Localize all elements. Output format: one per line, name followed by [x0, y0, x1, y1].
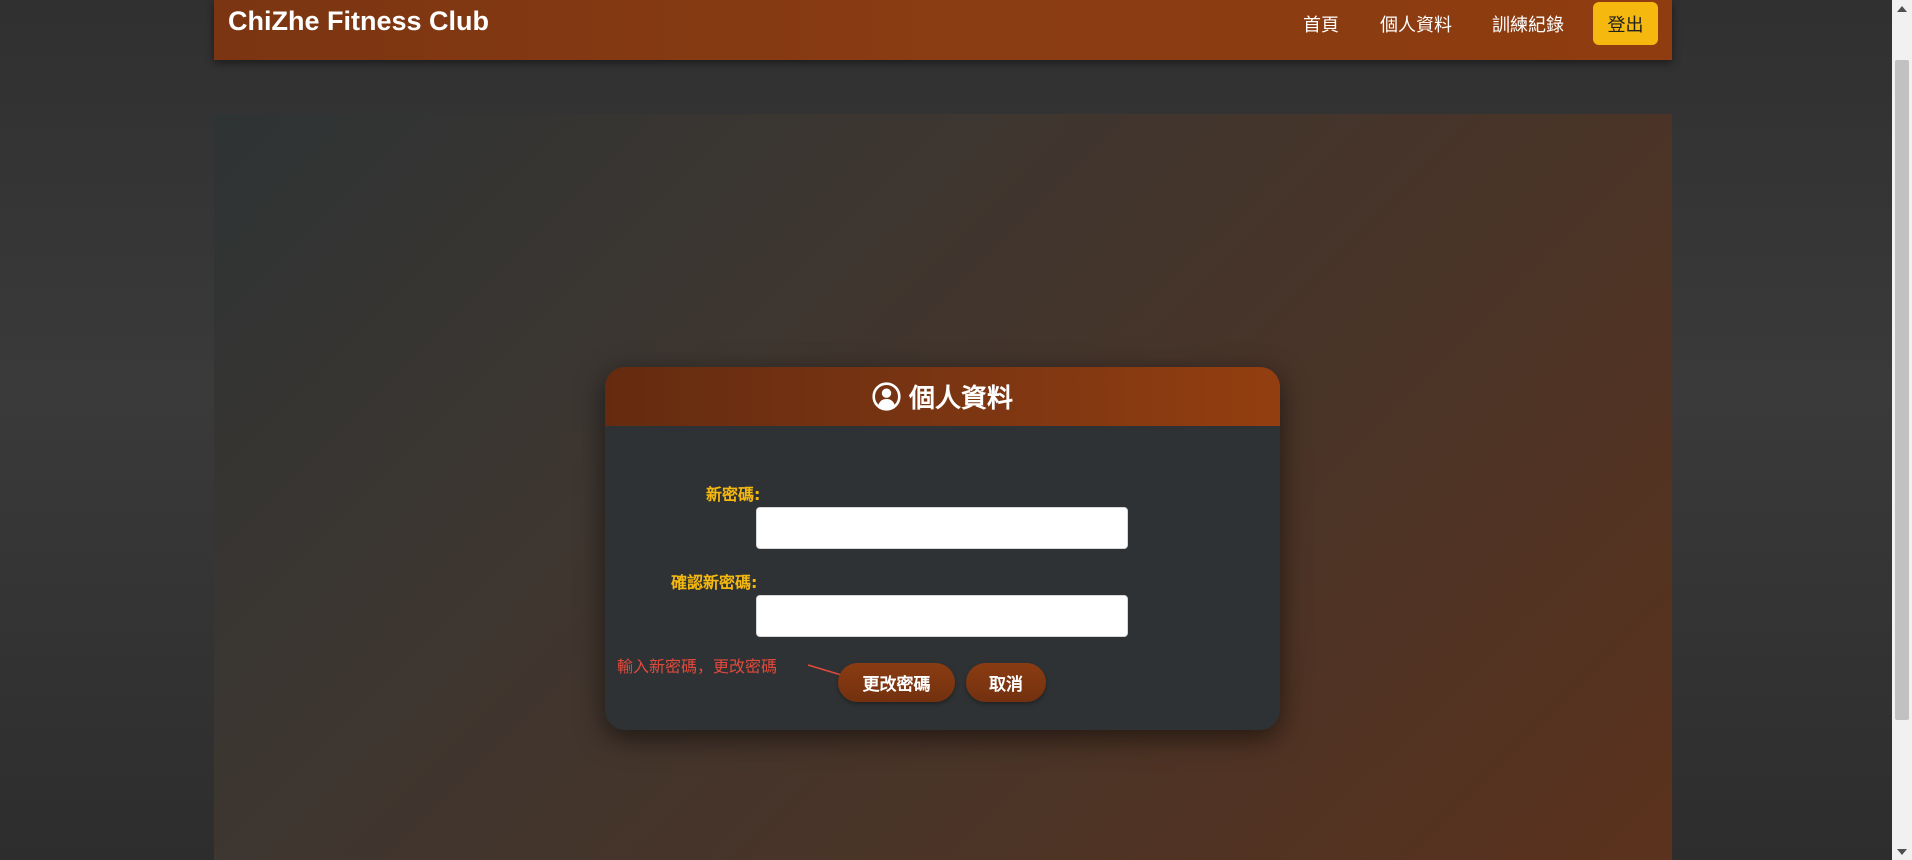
cancel-button[interactable]: 取消 [966, 663, 1046, 702]
annotation-note: 輸入新密碼，更改密碼 [617, 657, 778, 676]
new-password-label: 新密碼: [706, 485, 761, 504]
brand-logo-text[interactable]: ChiZhe Fitness Club [228, 6, 489, 37]
nav-link-training-records[interactable]: 訓練紀錄 [1492, 11, 1564, 37]
vertical-scrollbar[interactable] [1892, 0, 1912, 860]
user-circle-icon [872, 382, 901, 411]
card-title: 個人資料 [908, 384, 1013, 414]
nav-link-profile[interactable]: 個人資料 [1380, 11, 1452, 37]
scrollbar-thumb[interactable] [1895, 60, 1909, 720]
nav-link-home[interactable]: 首頁 [1303, 11, 1339, 37]
card-title-group: 個人資料 [872, 378, 1013, 415]
confirm-password-field[interactable] [756, 595, 1128, 637]
scroll-down-icon[interactable] [1892, 843, 1912, 860]
card-header: 個人資料 [605, 367, 1280, 426]
logout-button[interactable]: 登出 [1593, 2, 1658, 45]
scroll-up-icon[interactable] [1892, 0, 1912, 17]
new-password-field[interactable] [756, 507, 1128, 549]
change-password-button[interactable]: 更改密碼 [838, 663, 955, 702]
profile-card: 個人資料 新密碼: 確認新密碼: 輸入新密碼，更改密碼 更改密碼 取消 [605, 367, 1280, 730]
confirm-password-label: 確認新密碼: [671, 573, 758, 592]
top-navbar: ChiZhe Fitness Club 首頁 個人資料 訓練紀錄 登出 [214, 0, 1672, 60]
